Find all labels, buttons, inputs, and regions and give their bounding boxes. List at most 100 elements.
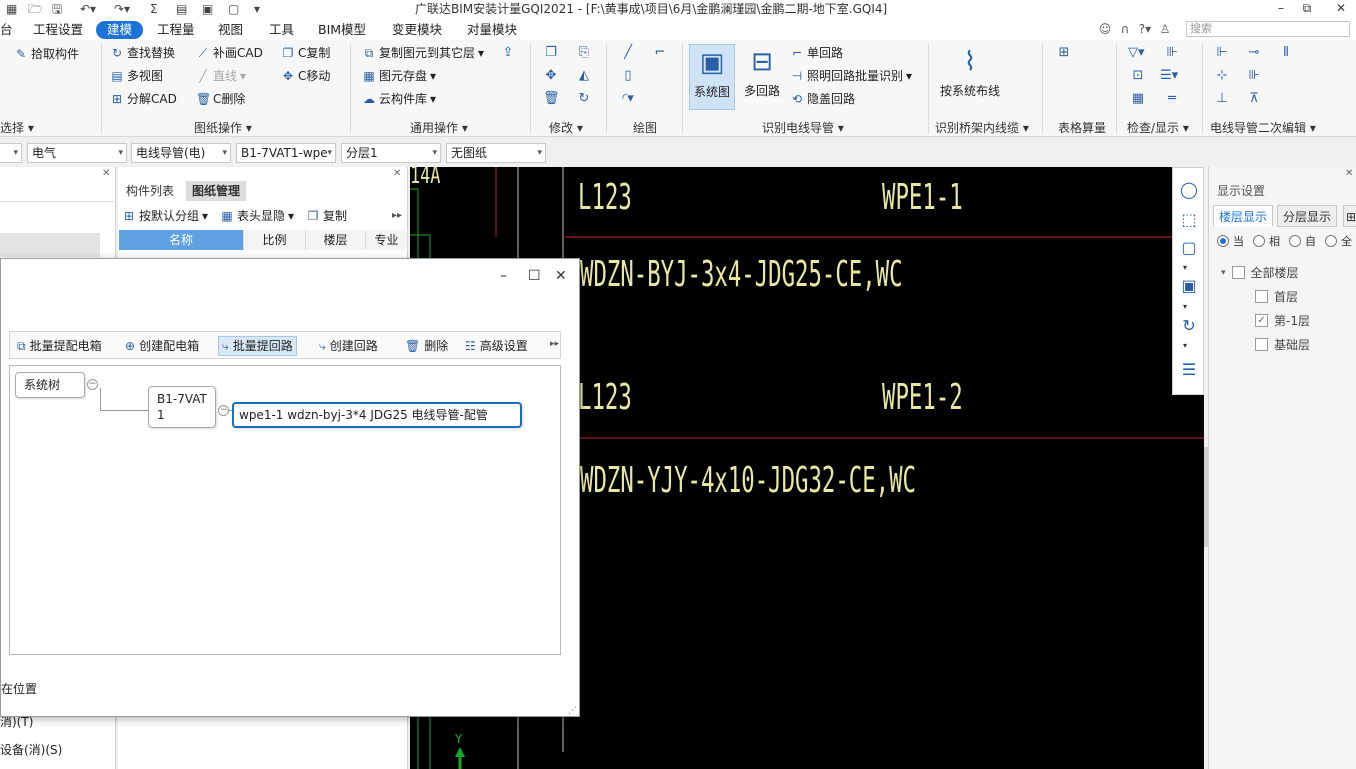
cad-text-top[interactable]: 14A (410, 167, 440, 189)
draw-bracket-icon[interactable]: ⌐ (652, 45, 668, 61)
system-diagram-button[interactable]: ▣ 系统图 (689, 44, 735, 110)
delete-button[interactable]: 🗑 删除 (402, 336, 451, 356)
tab-floor-display[interactable]: 楼层显示 (1213, 205, 1274, 227)
tree-base-floor[interactable]: 基础层 (1255, 336, 1310, 353)
menu-start[interactable]: 台 (0, 21, 13, 39)
column-scale[interactable]: 比例 (244, 230, 306, 250)
lighting-batch-button[interactable]: ⊣ 照明回路批量识别 ▾ (790, 68, 912, 84)
orbit-icon[interactable]: ◯ (1177, 178, 1201, 202)
menu-bim-model[interactable]: BIM模型 (318, 21, 366, 39)
menu-tools[interactable]: 工具 (269, 21, 294, 39)
filter-icon[interactable]: ▽▾ (1128, 45, 1145, 61)
edit-disabled-icon[interactable]: ⊹ (1214, 68, 1230, 84)
tree-all-floors[interactable]: ▾ 全部楼层 (1221, 264, 1299, 281)
group-modify-label[interactable]: 修改 ▾ (549, 119, 583, 136)
edit-branch-icon[interactable]: ⊪ (1246, 68, 1262, 84)
save-icon[interactable]: 🖫 (52, 1, 62, 17)
group-drawing-ops-label[interactable]: 图纸操作 ▾ (194, 119, 252, 136)
element-save-button[interactable]: ▦ 图元存盘 ▾ (362, 68, 436, 84)
component-combo[interactable]: B1-7VAT1-wpe (236, 143, 336, 163)
edit-fitting-icon[interactable]: ⊼ (1246, 91, 1262, 107)
node-distribution-box[interactable]: B1-7VAT 1 (148, 386, 216, 428)
search-input[interactable]: 搜索 (1186, 21, 1350, 37)
c-delete-button[interactable]: 🗑 C删除 (196, 91, 245, 107)
tree-first-floor[interactable]: 首层 (1255, 288, 1298, 305)
display-panel-close-icon[interactable]: ✕ (1345, 168, 1353, 179)
group-general-ops-label[interactable]: 通用操作 ▾ (410, 119, 468, 136)
cad-text-spec-2[interactable]: WDZN-YJY-4x10-JDG32-CE,WC (580, 460, 916, 501)
layer-combo[interactable]: 分层1 (341, 143, 441, 163)
table-calc-icon[interactable]: ⊞ (1056, 45, 1072, 61)
group-identify-tray-label[interactable]: 识别桥架内线缆 ▾ (935, 119, 1029, 136)
layout-icon[interactable]: ▣ (202, 1, 213, 17)
draw-arc-icon[interactable]: ◜▾ (620, 91, 636, 107)
mirror-copy-icon[interactable]: ⎘ (576, 45, 592, 61)
menu-project-settings[interactable]: 工程设置 (33, 21, 83, 39)
radio-adjacent[interactable] (1253, 235, 1265, 247)
tab-more[interactable]: ⊞ (1343, 205, 1356, 227)
export-icon[interactable]: ⇪ (500, 45, 516, 61)
layers-icon[interactable]: ☰▾ (1160, 68, 1178, 84)
tree-minus1-floor[interactable]: ✓ 第-1层 (1255, 312, 1310, 329)
mirror-icon[interactable]: ◭ (576, 68, 592, 84)
group-default-button[interactable]: ⊞ 按默认分组 ▾ (122, 208, 208, 224)
cube-top-icon[interactable]: ▣ (1177, 274, 1201, 298)
check-chart-icon[interactable]: ⊪ (1164, 45, 1180, 61)
headset-icon[interactable]: ∩ (1118, 22, 1132, 36)
by-system-wiring-button[interactable]: ⌇ 按系统布线 (938, 44, 1002, 110)
left-panel-close-icon[interactable]: ✕ (102, 168, 110, 179)
cad-text-wpe1-1[interactable]: WPE1-1 (882, 177, 963, 218)
radio-current[interactable] (1217, 235, 1229, 247)
menu-view[interactable]: 视图 (218, 21, 243, 39)
app-icon[interactable]: ▦ (6, 1, 17, 17)
column-discipline[interactable]: 专业 (366, 230, 408, 250)
open-icon[interactable]: 🗁 (28, 1, 43, 17)
c-move-button[interactable]: ✥ C移动 (281, 68, 330, 84)
3d-view-icon[interactable]: ⬚ (1177, 208, 1201, 232)
menu-compare-module[interactable]: 对量模块 (467, 21, 517, 39)
group-conduit-edit-label[interactable]: 电线导管二次编辑 ▾ (1210, 119, 1316, 136)
user-icon[interactable]: ☺ (1098, 22, 1112, 36)
menu-quantity[interactable]: 工程量 (157, 21, 195, 39)
node-circuit[interactable]: wpe1-1 wdzn-byj-3*4 JDG25 电线导管-配管 (232, 402, 522, 428)
edit-join-icon[interactable]: ⊸ (1246, 45, 1262, 61)
close-button[interactable]: ✕ (1326, 0, 1356, 18)
cad-text-spec-1[interactable]: WDZN-BYJ-3x4-JDG25-CE,WC (580, 254, 903, 295)
advanced-settings-button[interactable]: ☷ 高级设置 (462, 336, 531, 356)
column-name[interactable]: 名称 (119, 230, 244, 250)
header-display-button[interactable]: ▦ 表头显隐 ▾ (220, 208, 294, 224)
more-icon[interactable]: ▸▸ (550, 339, 559, 349)
window-icon[interactable]: ▢ (228, 1, 239, 17)
ruler-icon[interactable]: ═ (1164, 91, 1180, 107)
multi-view-button[interactable]: ▤ 多视图 (110, 68, 163, 84)
c-copy-button[interactable]: ❐ C复制 (281, 45, 331, 61)
check-table-icon[interactable]: ▦ (1130, 91, 1146, 107)
view-dropdown-icon[interactable]: ▾ (1183, 302, 1187, 311)
draw-line-icon[interactable]: ╱ (620, 45, 636, 61)
collapse-icon[interactable]: − (218, 405, 229, 416)
find-replace-button[interactable]: ↻ 查找替换 (110, 45, 175, 61)
copy-to-layer-button[interactable]: ⧉ 复制图元到其它层 ▾ (362, 45, 484, 61)
node-system-tree[interactable]: 系统树 (15, 372, 85, 398)
component-type-combo[interactable]: 电线导管(电) (131, 143, 231, 163)
panel-splitter[interactable] (1204, 447, 1208, 547)
display-list-icon[interactable]: ☰ (1177, 358, 1201, 382)
edit-parallel-icon[interactable]: ⫴ (1278, 45, 1294, 61)
grid-icon[interactable]: ▤ (176, 1, 187, 17)
tab-component-list[interactable]: 构件列表 (120, 181, 180, 201)
cad-text-l123-2[interactable]: L123 (578, 377, 632, 418)
draw-point-icon[interactable]: ▯ (620, 68, 636, 84)
cloud-lib-button[interactable]: ☁ 云构件库 ▾ (362, 91, 436, 107)
shirt-icon[interactable]: ♙ (1158, 22, 1172, 36)
group-identify-conduit-label[interactable]: 识别电线导管 ▾ (762, 119, 844, 136)
radio-all[interactable] (1325, 235, 1337, 247)
discipline-combo[interactable]: 电气 (27, 143, 127, 163)
rotate-dropdown-icon[interactable]: ▾ (1183, 341, 1187, 350)
edit-stack-icon[interactable]: ⊥ (1214, 91, 1230, 107)
help-icon[interactable]: ?▾ (1138, 22, 1152, 36)
cube-icon[interactable]: ▢ (1177, 236, 1201, 260)
edit-split-icon[interactable]: ⊩ (1214, 45, 1230, 61)
tab-layer-display[interactable]: 分层显示 (1277, 205, 1338, 227)
menu-modeling[interactable]: 建模 (96, 21, 144, 39)
menu-change-module[interactable]: 变更模块 (392, 21, 442, 39)
